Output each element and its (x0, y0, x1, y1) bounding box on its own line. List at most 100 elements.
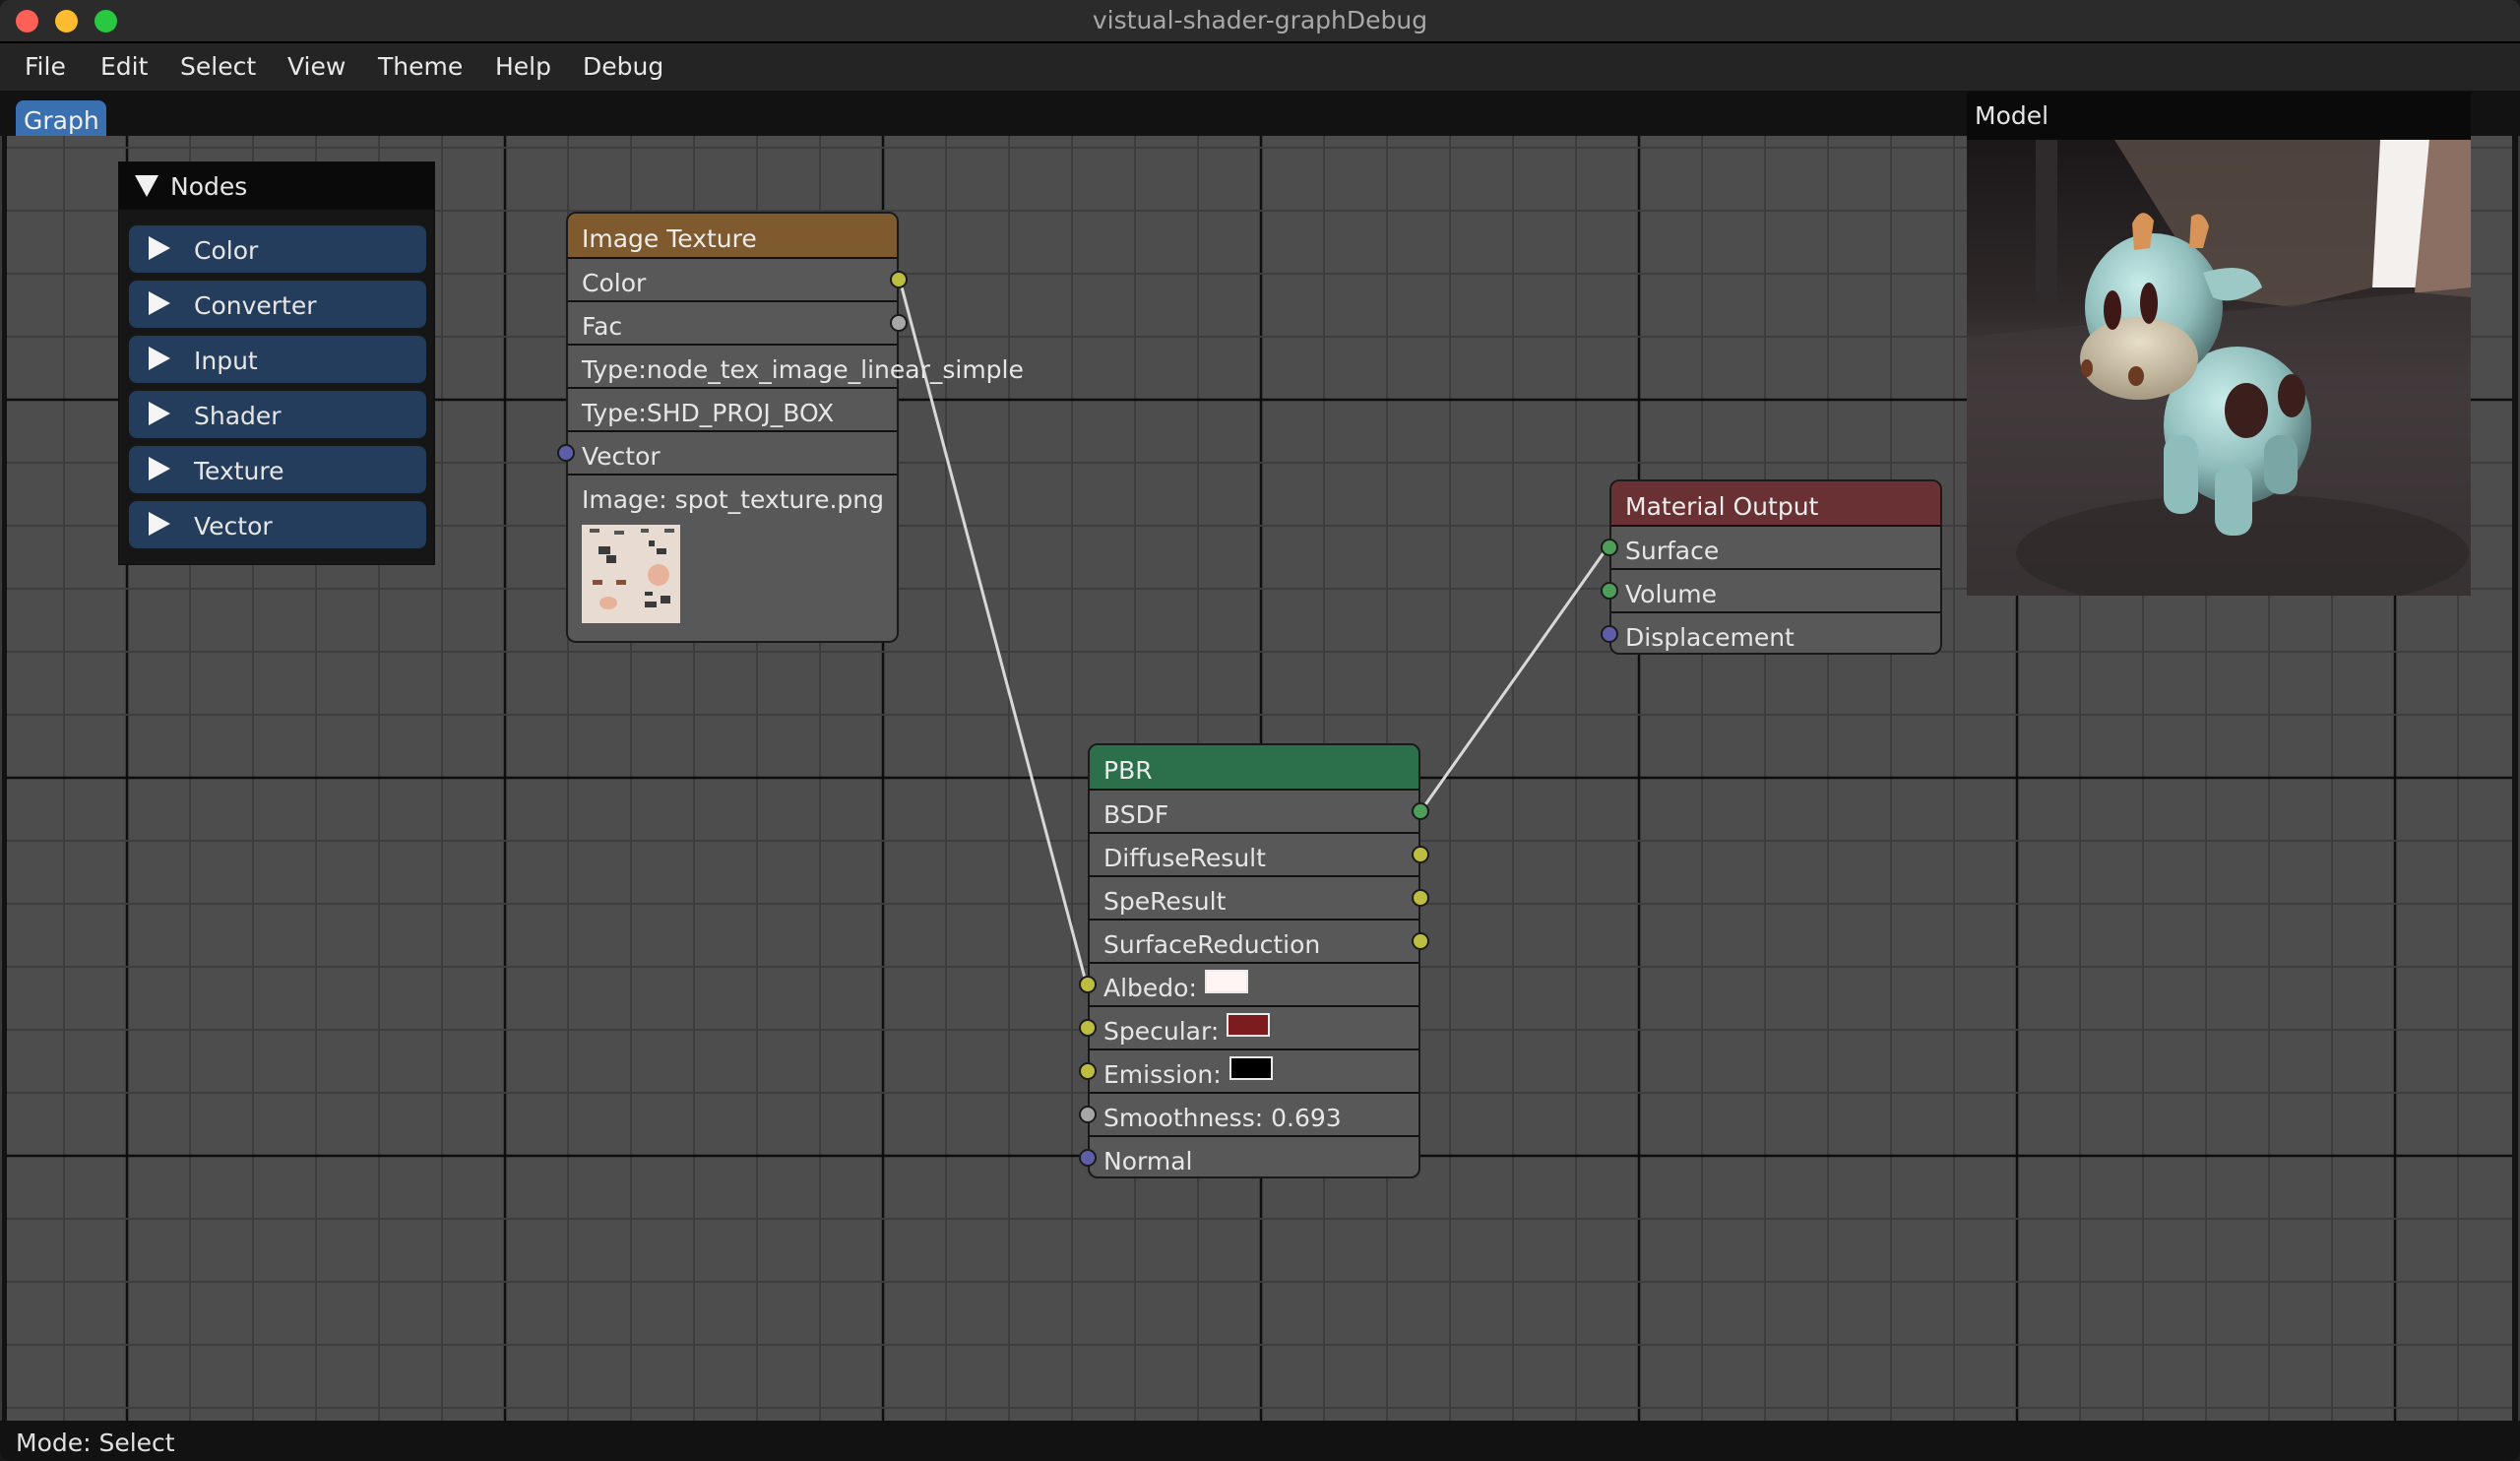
category-shader[interactable]: Shader (129, 391, 426, 438)
model-preview-panel: Model (1967, 92, 2471, 596)
node-row-normal: Normal (1079, 1137, 1418, 1180)
specular-color-swatch[interactable] (1227, 1013, 1271, 1037)
node-row-bsdf: BSDF (1090, 791, 1429, 834)
category-converter[interactable]: Converter (129, 281, 426, 328)
status-bar: Mode: Select (0, 1421, 2520, 1461)
output-socket-bsdf[interactable] (1412, 802, 1429, 820)
model-panel-header[interactable]: Model (1967, 92, 2471, 140)
collapse-triangle-icon[interactable] (135, 175, 158, 197)
mode-status: Mode: Select (16, 1429, 175, 1457)
row-label: Surface (1625, 537, 1720, 565)
category-vector[interactable]: Vector (129, 501, 426, 548)
input-socket-normal[interactable] (1079, 1149, 1097, 1167)
node-header[interactable]: Material Output (1611, 481, 1940, 527)
input-socket-albedo[interactable] (1079, 976, 1097, 993)
menu-edit[interactable]: Edit (100, 52, 148, 81)
emission-label: Emission: (1103, 1060, 1222, 1089)
emission-color-swatch[interactable] (1228, 1056, 1273, 1080)
category-input[interactable]: Input (129, 336, 426, 383)
albedo-label: Albedo: (1103, 974, 1197, 1002)
row-label: Type:SHD_PROJ_BOX (582, 399, 835, 427)
row-label: BSDF (1103, 800, 1169, 829)
node-row-volume: Volume (1601, 570, 1940, 613)
image-texture-node[interactable]: Image Texture Color Fac Type:node_tex_im… (557, 212, 1024, 643)
category-color[interactable]: Color (129, 225, 426, 273)
node-row-type-proj: Type:SHD_PROJ_BOX (568, 389, 897, 432)
model-render-viewport[interactable] (1967, 140, 2471, 596)
node-row-image: Image: spot_texture.png (568, 476, 897, 641)
category-label: Input (194, 347, 258, 375)
node-row-displacement: Displacement (1601, 613, 1940, 657)
row-label: SurfaceReduction (1103, 930, 1321, 959)
node-row-speresult: SpeResult (1090, 877, 1429, 921)
menu-bar: File Edit Select View Theme Help Debug (0, 43, 2520, 91)
node-row-specular: Specular: (1079, 1007, 1418, 1050)
input-socket-volume[interactable] (1601, 582, 1618, 600)
category-label: Shader (194, 402, 282, 430)
node-header[interactable]: PBR (1090, 745, 1418, 791)
node-row-vector: Vector (557, 432, 897, 476)
row-label: Volume (1625, 580, 1717, 608)
expand-triangle-icon (149, 457, 170, 480)
menu-file[interactable]: File (25, 52, 66, 81)
expand-triangle-icon (149, 512, 170, 536)
category-texture[interactable]: Texture (129, 446, 426, 493)
input-socket-specular[interactable] (1079, 1019, 1097, 1037)
menu-view[interactable]: View (287, 52, 346, 81)
node-title: Image Texture (582, 224, 757, 253)
cow-render-image (1967, 140, 2471, 596)
node-row-emission: Emission: (1079, 1050, 1418, 1094)
expand-triangle-icon (149, 402, 170, 425)
row-label: Specular: (1103, 1013, 1271, 1046)
category-label: Converter (194, 291, 317, 320)
node-row-diffuseresult: DiffuseResult (1090, 834, 1429, 877)
expand-triangle-icon (149, 236, 170, 260)
row-label: Fac (582, 312, 623, 341)
row-label: Displacement (1625, 623, 1795, 652)
tab-graph[interactable]: Graph (16, 100, 106, 136)
output-socket-fac[interactable] (890, 314, 908, 332)
menu-help[interactable]: Help (495, 52, 551, 81)
material-output-node[interactable]: Material Output Surface Volume Displacem… (1601, 479, 1942, 657)
row-label: Emission: (1103, 1056, 1273, 1089)
image-label: Image: spot_texture.png (582, 485, 884, 514)
nodes-panel-title: Nodes (170, 172, 248, 201)
row-label: Vector (582, 442, 661, 471)
node-row-type-tex: Type:node_tex_image_linear_simple (568, 346, 1024, 389)
menu-select[interactable]: Select (180, 52, 256, 81)
input-socket-displacement[interactable] (1601, 625, 1618, 643)
row-label: SpeResult (1103, 887, 1227, 916)
node-title: PBR (1103, 756, 1153, 785)
node-row-smoothness[interactable]: Smoothness: 0.693 (1079, 1094, 1418, 1137)
row-label: Albedo: (1103, 970, 1248, 1002)
node-row-color: Color (568, 259, 908, 302)
smoothness-value[interactable]: Smoothness: 0.693 (1103, 1104, 1342, 1132)
output-socket-diffuseresult[interactable] (1412, 846, 1429, 863)
expand-triangle-icon (149, 347, 170, 370)
texture-thumbnail[interactable] (582, 525, 680, 623)
output-socket-surfacereduction[interactable] (1412, 932, 1429, 950)
input-socket-smoothness[interactable] (1079, 1106, 1097, 1123)
nodes-palette-panel: Nodes Color Converter Input Shader Textu… (118, 161, 435, 565)
category-label: Vector (194, 512, 273, 540)
output-socket-color[interactable] (890, 271, 908, 288)
node-row-surfacereduction: SurfaceReduction (1090, 921, 1429, 964)
node-header[interactable]: Image Texture (568, 214, 897, 259)
input-socket-surface[interactable] (1601, 539, 1618, 556)
row-label: Color (582, 269, 647, 297)
row-label: DiffuseResult (1103, 844, 1266, 872)
input-socket-emission[interactable] (1079, 1062, 1097, 1080)
node-row-fac: Fac (568, 302, 908, 346)
pbr-node[interactable]: PBR BSDF DiffuseResult SpeResult Surface… (1079, 743, 1429, 1180)
expand-triangle-icon (149, 291, 170, 315)
row-label: Normal (1103, 1147, 1193, 1175)
input-socket-vector[interactable] (557, 444, 575, 462)
menu-theme[interactable]: Theme (378, 52, 463, 81)
category-label: Color (194, 236, 259, 265)
nodes-panel-header[interactable]: Nodes (119, 162, 434, 210)
title-bar: vistual-shader-graphDebug (0, 0, 2520, 43)
category-label: Texture (194, 457, 284, 485)
albedo-color-swatch[interactable] (1204, 970, 1248, 993)
menu-debug[interactable]: Debug (583, 52, 663, 81)
output-socket-speresult[interactable] (1412, 889, 1429, 907)
